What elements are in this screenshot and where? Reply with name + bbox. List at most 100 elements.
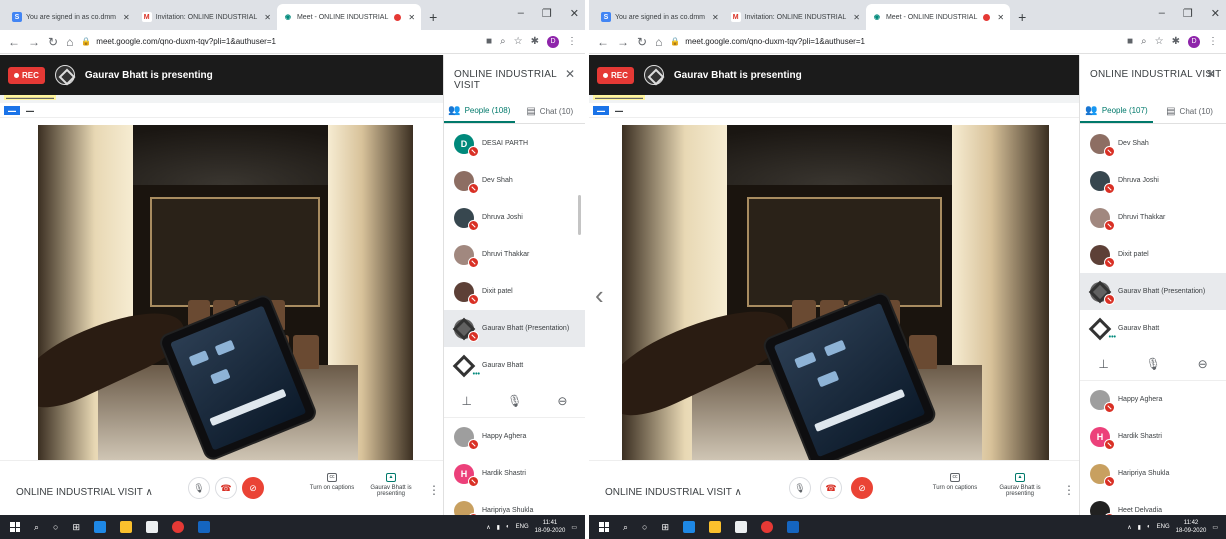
cortana-icon[interactable]: ○ (53, 522, 58, 532)
participant-row[interactable]: Happy Aghera (1080, 381, 1226, 418)
restore-icon[interactable]: ❐ (542, 7, 552, 20)
leave-call-button[interactable]: ☎ (820, 477, 842, 499)
tab-meet[interactable]: ◉ Meet - ONLINE INDUSTRIAL ✕ (865, 4, 1011, 30)
close-panel-icon[interactable]: ✕ (1206, 67, 1216, 81)
camera-icon[interactable]: ■ (1127, 36, 1133, 47)
tray-chevron-icon[interactable]: ∧ (1127, 524, 1131, 531)
minimize-icon[interactable]: – (518, 7, 524, 20)
participant-row[interactable]: Dhruva Joshi (1080, 162, 1226, 199)
captions-button[interactable]: cc Turn on captions (930, 473, 980, 491)
store-icon[interactable] (146, 521, 159, 533)
microphone-button[interactable]: 🎙 (789, 477, 811, 499)
zoom-icon[interactable]: ⌕ (500, 36, 506, 47)
reload-icon[interactable]: ↻ (48, 35, 58, 49)
tab-signed-in[interactable]: S You are signed in as co.dmm ✕ (595, 4, 725, 30)
meeting-details[interactable]: ONLINE INDUSTRIAL VISIT ∧ (605, 487, 742, 498)
close-icon[interactable]: ✕ (408, 13, 415, 22)
clock[interactable]: 11:42 18-09-2020 (1176, 519, 1207, 535)
tab-invitation[interactable]: M Invitation: ONLINE INDUSTRIAL ✕ (136, 4, 277, 30)
chrome-icon[interactable] (761, 521, 774, 533)
word-icon[interactable] (787, 521, 800, 533)
input-language[interactable]: ENG (1157, 524, 1170, 530)
participant-row[interactable]: Dixit patel (444, 273, 585, 310)
file-explorer-icon[interactable] (709, 521, 722, 533)
participant-row[interactable]: H Hardik Shastri (1080, 418, 1226, 455)
close-icon[interactable]: ✕ (997, 13, 1004, 22)
captions-button[interactable]: cc Turn on captions (307, 473, 357, 491)
clock[interactable]: 11:41 18-09-2020 (535, 519, 566, 535)
new-tab-button[interactable]: + (1018, 9, 1026, 25)
edge-icon[interactable] (94, 521, 107, 533)
pin-icon[interactable]: ⊥ (462, 394, 472, 408)
cortana-icon[interactable]: ○ (642, 522, 647, 532)
participant-row[interactable]: H Hardik Shastri (444, 455, 585, 492)
extensions-icon[interactable]: ✱ (1172, 36, 1180, 47)
camera-off-button[interactable]: ⊘ (242, 477, 264, 499)
participant-row[interactable]: Dhruvi Thakkar (444, 236, 585, 273)
participant-row[interactable]: Dev Shah (444, 162, 585, 199)
participant-row[interactable]: Dhruva Joshi (444, 199, 585, 236)
tab-invitation[interactable]: M Invitation: ONLINE INDUSTRIAL ✕ (725, 4, 866, 30)
star-icon[interactable]: ☆ (514, 36, 523, 47)
recording-badge[interactable]: REC (597, 66, 634, 84)
presenting-button[interactable]: ▲ Gaurav Bhatt is presenting (366, 473, 416, 497)
more-options-icon[interactable]: ⋮ (428, 483, 440, 497)
star-icon[interactable]: ☆ (1155, 36, 1164, 47)
store-icon[interactable] (735, 521, 748, 533)
tab-people[interactable]: 👥 People (107) (1080, 100, 1153, 123)
remove-icon[interactable]: ⊖ (557, 394, 567, 408)
network-icon[interactable]: ▮ (497, 524, 500, 531)
participant-row[interactable]: Gaurav Bhatt (Presentation) (444, 310, 585, 347)
forward-icon[interactable]: → (28, 35, 40, 49)
new-tab-button[interactable]: + (429, 9, 437, 25)
close-window-icon[interactable]: ✕ (570, 7, 579, 20)
participant-row[interactable]: Gaurav Bhatt (Presentation) (1080, 273, 1226, 310)
close-icon[interactable]: ✕ (264, 13, 271, 22)
participant-row[interactable]: D DESAI PARTH (444, 125, 585, 162)
zoom-icon[interactable]: ⌕ (1141, 36, 1147, 47)
close-icon[interactable]: ✕ (712, 13, 719, 22)
close-panel-icon[interactable]: ✕ (565, 67, 575, 81)
word-icon[interactable] (198, 521, 211, 533)
forward-icon[interactable]: → (617, 35, 629, 49)
search-icon[interactable]: ⌕ (623, 522, 628, 533)
home-icon[interactable]: ⌂ (655, 35, 662, 49)
tray-chevron-icon[interactable]: ∧ (486, 524, 490, 531)
tab-chat[interactable]: ▤ Chat (10) (1153, 100, 1226, 123)
participant-row[interactable]: ••• Gaurav Bhatt (444, 347, 585, 384)
tab-meet[interactable]: ◉ Meet - ONLINE INDUSTRIAL ✕ (276, 4, 422, 30)
close-icon[interactable]: ✕ (853, 13, 860, 22)
profile-avatar[interactable]: D (1188, 35, 1200, 48)
minimize-icon[interactable]: – (1159, 7, 1165, 20)
participant-row[interactable]: Dixit patel (1080, 236, 1226, 273)
input-language[interactable]: ENG (516, 524, 529, 530)
notifications-icon[interactable]: ▭ (1212, 524, 1218, 531)
previous-slide-icon[interactable]: ‹ (595, 280, 604, 311)
windows-start-icon[interactable] (599, 522, 609, 532)
volume-icon[interactable]: ◐ (506, 524, 510, 530)
url-field[interactable]: 🔒 meet.google.com/qno-duxm-tqv?pli=1&aut… (81, 37, 478, 46)
participant-row[interactable]: Dhruvi Thakkar (1080, 199, 1226, 236)
meeting-details[interactable]: ONLINE INDUSTRIAL VISIT ∧ (16, 487, 153, 498)
reload-icon[interactable]: ↻ (637, 35, 647, 49)
notifications-icon[interactable]: ▭ (571, 524, 577, 531)
back-icon[interactable]: ← (8, 35, 20, 49)
file-explorer-icon[interactable] (120, 521, 133, 533)
edge-icon[interactable] (683, 521, 696, 533)
more-icon[interactable]: ⋮ (567, 36, 577, 47)
participant-row[interactable]: Haripriya Shukla (1080, 455, 1226, 492)
more-options-icon[interactable]: ⋮ (1063, 483, 1075, 497)
leave-call-button[interactable]: ☎ (215, 477, 237, 499)
remove-icon[interactable]: ⊖ (1198, 357, 1208, 371)
network-icon[interactable]: ▮ (1138, 524, 1141, 531)
camera-icon[interactable]: ■ (486, 36, 492, 47)
close-window-icon[interactable]: ✕ (1211, 7, 1220, 20)
camera-off-button[interactable]: ⊘ (851, 477, 873, 499)
participant-row[interactable]: Dev Shah (1080, 125, 1226, 162)
profile-avatar[interactable]: D (547, 35, 559, 48)
extensions-icon[interactable]: ✱ (531, 36, 539, 47)
participant-row[interactable]: Happy Aghera (444, 418, 585, 455)
url-field[interactable]: 🔒 meet.google.com/qno-duxm-tqv?pli=1&aut… (670, 37, 1119, 46)
back-icon[interactable]: ← (597, 35, 609, 49)
tab-people[interactable]: 👥 People (108) (444, 100, 515, 123)
